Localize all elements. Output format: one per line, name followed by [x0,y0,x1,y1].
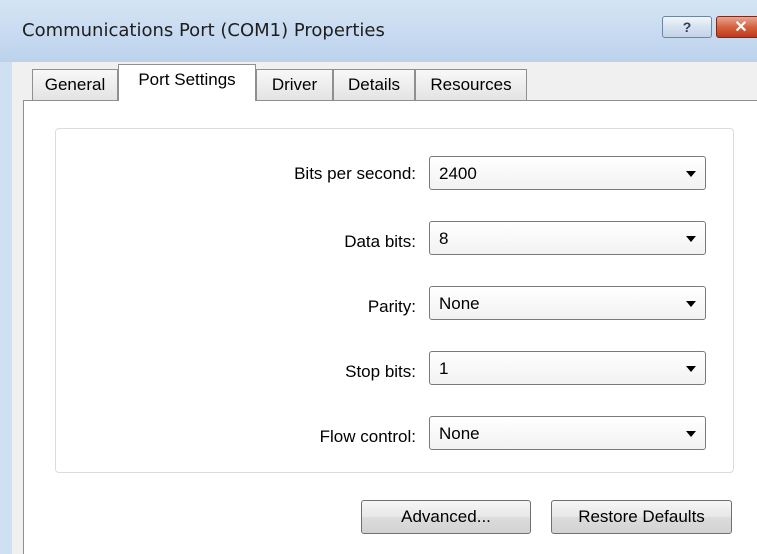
chevron-down-icon [686,431,696,437]
question-mark-icon: ? [682,19,692,35]
parity-value: None [439,294,480,313]
tab-port-settings[interactable]: Port Settings [118,64,256,101]
bits-per-second-select[interactable]: 2400 [429,156,706,190]
tab-details[interactable]: Details [333,69,415,100]
chevron-down-icon [686,301,696,307]
bits-per-second-value: 2400 [439,164,477,183]
close-icon: ✕ [734,19,748,36]
chevron-down-icon [686,236,696,242]
stop-bits-value: 1 [439,359,449,378]
data-bits-select[interactable]: 8 [429,221,706,255]
advanced-button[interactable]: Advanced... [361,500,531,534]
tab-general[interactable]: General [32,69,118,100]
title-bar[interactable]: Communications Port (COM1) Properties ? … [0,0,757,62]
flow-control-label: Flow control: [319,427,416,446]
bits-per-second-label: Bits per second: [294,164,416,183]
restore-defaults-button[interactable]: Restore Defaults [551,500,732,534]
data-bits-label: Data bits: [344,232,416,251]
parity-label: Parity: [367,297,416,316]
window-title: Communications Port (COM1) Properties [22,20,385,41]
close-button[interactable]: ✕ [716,16,757,38]
data-bits-value: 8 [439,229,449,248]
stop-bits-select[interactable]: 1 [429,351,706,385]
flow-control-select[interactable]: None [429,416,706,450]
chevron-down-icon [686,171,696,177]
help-button[interactable]: ? [662,16,712,38]
parity-select[interactable]: None [429,286,706,320]
tab-driver[interactable]: Driver [256,69,333,100]
chevron-down-icon [686,366,696,372]
flow-control-value: None [439,424,480,443]
tab-resources[interactable]: Resources [415,69,527,100]
stop-bits-label: Stop bits: [345,362,416,381]
